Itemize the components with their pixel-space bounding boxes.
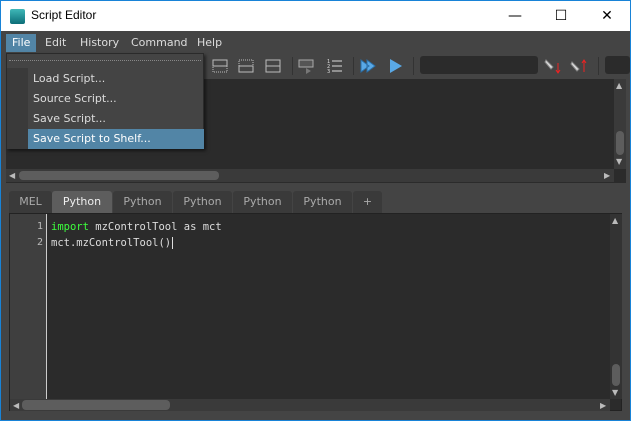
close-button[interactable]: ✕	[584, 1, 630, 31]
scroll-up-arrow-icon[interactable]: ▲	[612, 216, 618, 225]
editor-vertical-scrollbar[interactable]: ▲ ▼	[610, 214, 622, 399]
menu-item-save-script-to-shelf[interactable]: Save Script to Shelf...	[28, 129, 204, 149]
menu-file[interactable]: File	[6, 34, 37, 52]
tab-python-3[interactable]: Python	[173, 191, 232, 213]
echo-commands-icon[interactable]	[298, 57, 316, 75]
scroll-down-arrow-icon[interactable]: ▼	[616, 157, 622, 166]
toolbar-separator	[353, 57, 354, 75]
tab-python-5[interactable]: Python	[293, 191, 352, 213]
tab-python-4[interactable]: Python	[233, 191, 292, 213]
scroll-left-arrow-icon[interactable]: ◀	[9, 171, 15, 180]
code-editor[interactable]: 1 2 import mzControlTool as mct mct.mzCo…	[9, 213, 622, 411]
menu-icon-gutter	[7, 68, 28, 149]
scroll-thumb[interactable]	[22, 400, 170, 410]
execute-all-icon[interactable]	[360, 57, 378, 75]
toolbar-separator	[598, 57, 599, 75]
menu-item-source-script[interactable]: Source Script...	[28, 89, 204, 109]
scroll-up-arrow-icon[interactable]: ▲	[616, 81, 622, 90]
history-horizontal-scrollbar[interactable]: ◀ ▶	[6, 169, 614, 182]
scroll-right-arrow-icon[interactable]: ▶	[604, 171, 610, 180]
line-number-gutter: 1 2	[10, 214, 47, 399]
menu-help[interactable]: Help	[191, 34, 228, 52]
code-line-1[interactable]: import mzControlTool as mct	[51, 221, 222, 233]
code-text: mzControlTool as mct	[88, 221, 222, 233]
command-field[interactable]	[605, 56, 630, 74]
line-numbers-icon[interactable]: 123	[326, 57, 344, 75]
maximize-button[interactable]: ☐	[538, 1, 584, 31]
window-title: Script Editor	[31, 8, 97, 22]
maya-app-icon	[10, 9, 25, 24]
menu-item-save-script[interactable]: Save Script...	[28, 109, 204, 129]
svg-text:3: 3	[327, 69, 330, 75]
menu-history[interactable]: History	[74, 34, 125, 52]
minimize-button[interactable]: —	[492, 1, 538, 31]
scroll-thumb[interactable]	[612, 364, 620, 386]
code-text: mct.mzControlTool()	[51, 237, 172, 249]
tab-python-2[interactable]: Python	[113, 191, 172, 213]
toolbar-separator	[292, 57, 293, 75]
scroll-left-arrow-icon[interactable]: ◀	[13, 401, 19, 410]
tab-mel[interactable]: MEL	[9, 191, 52, 213]
menu-edit[interactable]: Edit	[39, 34, 72, 52]
editor-horizontal-scrollbar[interactable]: ◀ ▶	[10, 399, 610, 411]
code-line-2[interactable]: mct.mzControlTool()	[51, 237, 174, 249]
line-number: 1	[36, 221, 43, 232]
scroll-thumb[interactable]	[19, 171, 219, 180]
toolbar-separator	[413, 57, 414, 75]
tearoff-line[interactable]	[9, 60, 201, 61]
script-editor-window: Script Editor — ☐ ✕ File Edit History Co…	[0, 0, 631, 421]
line-number: 2	[36, 237, 43, 248]
text-cursor	[172, 237, 174, 249]
menu-item-load-script[interactable]: Load Script...	[28, 69, 204, 89]
keyword-import: import	[51, 221, 89, 233]
add-tab-button[interactable]: +	[353, 191, 382, 213]
search-up-icon[interactable]	[570, 57, 588, 75]
scroll-thumb[interactable]	[616, 131, 624, 155]
search-down-icon[interactable]	[544, 57, 562, 75]
tab-python-1[interactable]: Python	[52, 191, 112, 213]
title-bar: Script Editor — ☐ ✕	[1, 1, 630, 31]
menu-bar: File Edit History Command Help	[1, 31, 630, 53]
file-menu-dropdown: Load Script... Source Script... Save Scr…	[6, 53, 204, 149]
search-field[interactable]	[420, 56, 538, 74]
show-both-icon[interactable]	[264, 57, 282, 75]
menu-command[interactable]: Command	[125, 34, 194, 52]
scroll-right-arrow-icon[interactable]: ▶	[600, 401, 606, 410]
show-input-only-icon[interactable]	[211, 57, 229, 75]
script-tabs: MEL Python Python Python Python Python +	[9, 191, 621, 213]
execute-icon[interactable]	[387, 57, 405, 75]
history-vertical-scrollbar[interactable]: ▲ ▼	[614, 79, 626, 169]
show-history-only-icon[interactable]	[237, 57, 255, 75]
scroll-down-arrow-icon[interactable]: ▼	[612, 388, 618, 397]
